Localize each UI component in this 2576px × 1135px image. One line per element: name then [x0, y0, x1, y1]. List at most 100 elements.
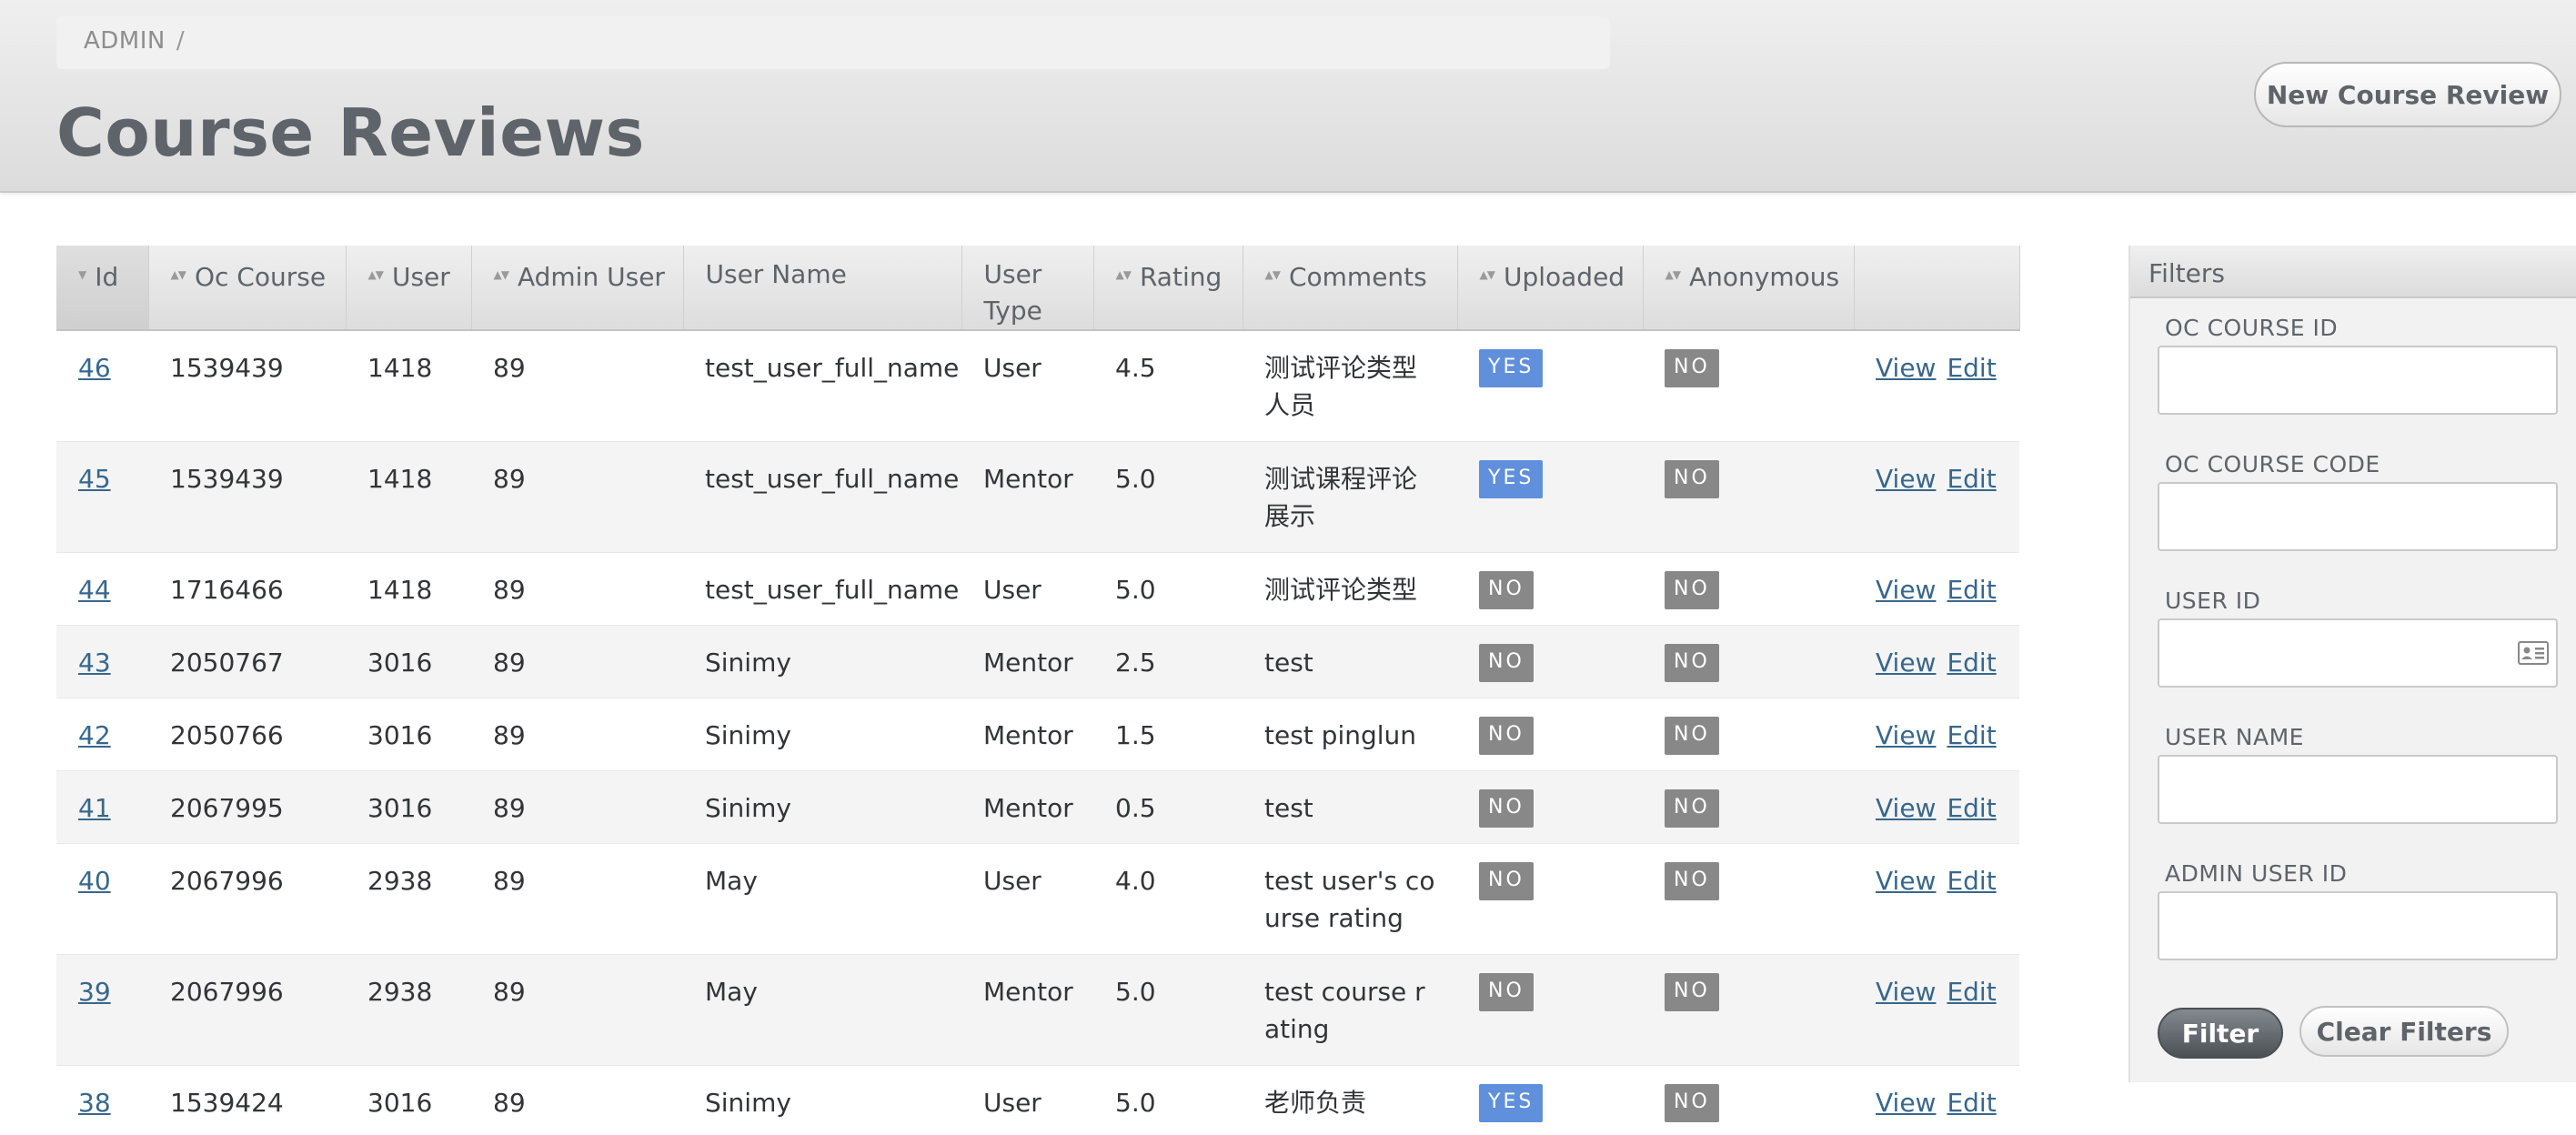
cell-admin-user: 89	[471, 625, 683, 698]
cell-user-type: User	[961, 330, 1093, 442]
cell-uploaded: YES	[1457, 330, 1643, 442]
comment-text: 测试评论类型人员	[1264, 353, 1418, 420]
review-id-link[interactable]: 43	[78, 648, 111, 678]
cell-rating: 4.5	[1093, 330, 1243, 442]
oc-course-code-input[interactable]	[2158, 482, 2558, 551]
edit-link[interactable]: Edit	[1947, 1088, 1996, 1118]
view-link[interactable]: View	[1876, 977, 1936, 1007]
oc-course-id-input[interactable]	[2158, 346, 2558, 415]
cell-user: 3016	[346, 1065, 471, 1135]
view-link[interactable]: View	[1876, 464, 1936, 494]
table-row: 40 2067996 2938 89 May User 4.0 test use…	[56, 843, 2019, 955]
edit-link[interactable]: Edit	[1947, 720, 1996, 750]
user-id-input[interactable]	[2158, 618, 2558, 688]
cell-user-type: Mentor	[961, 625, 1093, 698]
comment-text: 测试课程评论展示	[1264, 463, 1418, 531]
breadcrumb-admin-link[interactable]: ADMIN	[84, 27, 166, 55]
review-id-link[interactable]: 41	[78, 793, 111, 823]
cell-user-name: test_user_full_name	[683, 330, 961, 442]
view-link[interactable]: View	[1876, 575, 1936, 605]
edit-link[interactable]: Edit	[1947, 793, 1996, 823]
column-header-oc-course[interactable]: ▲▼ Oc Course	[148, 246, 347, 331]
clear-filters-button[interactable]: Clear Filters	[2299, 1006, 2509, 1057]
user-name-input[interactable]	[2158, 755, 2558, 824]
view-link[interactable]: View	[1876, 866, 1936, 896]
view-link[interactable]: View	[1876, 720, 1936, 750]
contact-card-icon[interactable]	[2518, 640, 2549, 666]
cell-user-type: User	[961, 1065, 1093, 1135]
column-header-anonymous[interactable]: ▲▼ Anonymous	[1643, 246, 1855, 331]
edit-link[interactable]: Edit	[1947, 464, 1996, 494]
new-course-review-button[interactable]: New Course Review	[2254, 62, 2561, 127]
view-link[interactable]: View	[1876, 353, 1936, 383]
comment-text: test pinglun	[1264, 719, 1417, 750]
sort-icon: ▲▼	[1115, 268, 1132, 281]
cell-comments: 测试课程评论展示	[1243, 441, 1457, 553]
view-link[interactable]: View	[1876, 1088, 1936, 1118]
column-header-admin-user[interactable]: ▲▼ Admin User	[471, 246, 684, 331]
view-link[interactable]: View	[1876, 648, 1936, 678]
cell-id: 41	[56, 770, 148, 844]
cell-user-type: User	[961, 552, 1093, 626]
comment-text: 老师负责	[1264, 1087, 1367, 1118]
sort-icon: ▲▼	[1479, 268, 1495, 281]
cell-actions: View Edit	[1854, 625, 2019, 698]
cell-id: 46	[56, 330, 148, 442]
page-title: Course Reviews	[56, 95, 645, 171]
edit-link[interactable]: Edit	[1947, 575, 1996, 605]
sort-icon: ▲▼	[493, 268, 509, 281]
cell-admin-user: 89	[471, 954, 683, 1066]
uploaded-status-badge: NO	[1479, 972, 1534, 1011]
table-row: 44 1716466 1418 89 test_user_full_name U…	[56, 552, 2019, 626]
uploaded-status-badge: YES	[1479, 459, 1544, 498]
review-id-link[interactable]: 38	[78, 1088, 111, 1118]
column-header-uploaded[interactable]: ▲▼ Uploaded	[1457, 246, 1644, 331]
cell-user-name: test_user_full_name	[683, 441, 961, 553]
review-id-link[interactable]: 46	[78, 353, 111, 383]
cell-rating: 5.0	[1093, 1065, 1243, 1135]
sort-icon: ▲▼	[1665, 268, 1681, 281]
review-id-link[interactable]: 44	[78, 575, 111, 605]
cell-comments: 老师负责	[1243, 1065, 1457, 1135]
column-header-id[interactable]: ▼ Id	[56, 246, 149, 331]
cell-rating: 0.5	[1093, 770, 1243, 844]
column-header-comments[interactable]: ▲▼ Comments	[1243, 246, 1458, 331]
cell-actions: View Edit	[1854, 441, 2019, 553]
review-id-link[interactable]: 39	[78, 977, 111, 1007]
review-id-link[interactable]: 40	[78, 866, 111, 896]
edit-link[interactable]: Edit	[1947, 648, 1996, 678]
uploaded-status-badge: YES	[1479, 1083, 1544, 1122]
table-row: 46 1539439 1418 89 test_user_full_name U…	[56, 330, 2019, 442]
column-header-rating[interactable]: ▲▼ Rating	[1093, 246, 1243, 331]
cell-user: 1418	[346, 552, 471, 626]
cell-actions: View Edit	[1854, 1065, 2019, 1135]
cell-id: 43	[56, 625, 148, 698]
cell-uploaded: NO	[1457, 552, 1643, 626]
uploaded-status-badge: NO	[1479, 570, 1534, 609]
cell-anonymous: NO	[1643, 625, 1854, 698]
anonymous-status-badge: NO	[1665, 716, 1719, 755]
admin-user-id-input[interactable]	[2158, 891, 2558, 960]
edit-link[interactable]: Edit	[1947, 866, 1996, 896]
cell-anonymous: NO	[1643, 1065, 1854, 1135]
filter-button[interactable]: Filter	[2158, 1008, 2283, 1059]
view-link[interactable]: View	[1876, 793, 1936, 823]
cell-admin-user: 89	[471, 843, 683, 955]
column-header-user[interactable]: ▲▼ User	[346, 246, 472, 331]
anonymous-status-badge: NO	[1665, 861, 1719, 900]
review-id-link[interactable]: 42	[78, 720, 111, 750]
cell-user-name: Sinimy	[683, 625, 961, 698]
cell-comments: test	[1243, 625, 1457, 698]
table-row: 39 2067996 2938 89 May Mentor 5.0 test c…	[56, 954, 2019, 1066]
cell-id: 40	[56, 843, 148, 955]
sort-icon: ▲▼	[367, 268, 384, 281]
column-label: Id	[95, 262, 119, 292]
cell-comments: 测试评论类型	[1243, 552, 1457, 626]
filters-title: Filters	[2130, 246, 2576, 298]
table-header-row: ▼ Id ▲▼ Oc Course ▲▼ User ▲▼ Admin User User…	[56, 246, 2020, 331]
cell-actions: View Edit	[1854, 770, 2019, 844]
edit-link[interactable]: Edit	[1947, 353, 1996, 383]
edit-link[interactable]: Edit	[1947, 977, 1996, 1007]
column-header-actions	[1854, 246, 2020, 331]
review-id-link[interactable]: 45	[78, 464, 111, 494]
